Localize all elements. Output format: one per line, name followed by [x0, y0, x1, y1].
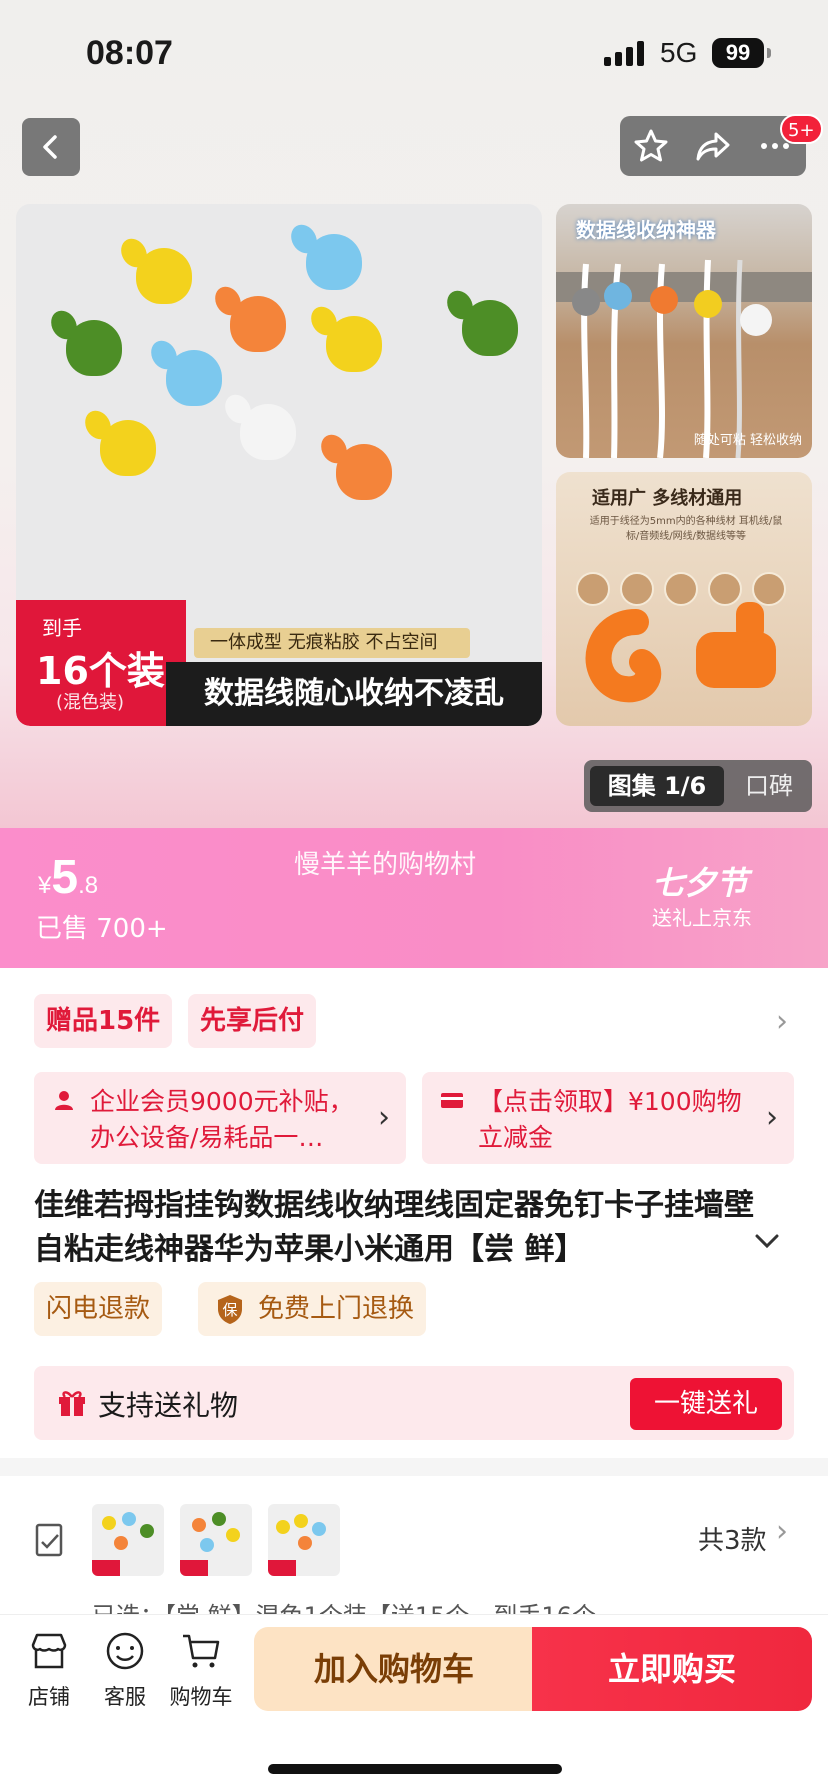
coupon-enterprise[interactable]: 企业会员9000元补贴，办公设备/易耗品一… ›: [34, 1072, 406, 1164]
service-fast-refund[interactable]: 闪电退款: [34, 1282, 163, 1336]
chevron-left-icon: [43, 135, 57, 159]
store-button[interactable]: 店铺: [14, 1629, 84, 1711]
shop-name[interactable]: 慢羊羊的购物村: [294, 844, 476, 881]
product-hook-image: [230, 296, 286, 352]
variant-thumb[interactable]: [268, 1504, 340, 1576]
product-title: 佳维若拇指挂钩数据线收纳理线固定器免钉卡子挂墙壁自粘走线神器华为苹果小米通用【尝…: [34, 1188, 754, 1267]
chevron-right-icon: ›: [378, 1100, 390, 1135]
price-banner: ¥5.8 已售 700+ 慢羊羊的购物村 七夕节 送礼上京东: [0, 828, 828, 968]
product-hook-image: [240, 404, 296, 460]
variant-total: 共3款: [698, 1526, 767, 1556]
header-actions: [620, 116, 806, 176]
home-indicator[interactable]: [268, 1764, 562, 1774]
cart-label: 购物车: [169, 1685, 233, 1709]
shield-icon: 保: [218, 1295, 242, 1324]
card-icon: [441, 1093, 463, 1108]
variant-thumb[interactable]: [180, 1504, 252, 1576]
store-icon: [31, 1633, 67, 1669]
tab-gallery[interactable]: 图集 1/6: [590, 766, 724, 806]
share-icon[interactable]: [693, 126, 733, 166]
coupon-discount[interactable]: 【点击领取】¥100购物立减金 ›: [422, 1072, 794, 1164]
side-image-footer: 随处可粘 轻松收纳: [693, 433, 802, 448]
price-currency: ¥: [38, 872, 52, 899]
service-label: 免费上门退换: [258, 1294, 415, 1324]
one-click-gift-button[interactable]: 一键送礼: [630, 1378, 782, 1430]
product-hook-image: [136, 248, 192, 304]
chat-icon: [106, 1632, 144, 1670]
gallery-thumb-2[interactable]: 适用广 多线材通用 适用于线径为5mm内的各种线材 耳机线/鼠标/音频线/网线/…: [556, 472, 812, 726]
promo-gold-strip: 一体成型 无痕粘胶 不占空间: [194, 628, 470, 658]
chevron-down-icon[interactable]: [754, 1228, 780, 1258]
variant-thumb[interactable]: [92, 1504, 164, 1576]
service-label: 客服: [104, 1685, 146, 1709]
cable-hooks-illustration: [556, 259, 812, 458]
customer-service-button[interactable]: 客服: [90, 1629, 160, 1711]
promo-black-strip: 数据线随心收纳不凌乱: [166, 662, 542, 726]
gallery-thumb-1[interactable]: 数据线收纳神器 随处可粘 轻松收纳: [556, 204, 812, 458]
product-hook-image: [336, 444, 392, 500]
status-time: 08:07: [86, 34, 173, 72]
product-hook-image: [66, 320, 122, 376]
back-button[interactable]: [22, 118, 80, 176]
sold-count: 已售 700+: [36, 914, 168, 944]
buy-now-button[interactable]: 立即购买: [532, 1627, 812, 1711]
variant-list-icon: [35, 1523, 63, 1557]
gallery-switcher: 图集 1/6 口碑: [584, 760, 812, 812]
section-divider: [0, 1458, 828, 1476]
main-product-image[interactable]: 到手 16个装 (混色装) 一体成型 无痕粘胶 不占空间 数据线随心收纳不凌乱: [16, 204, 542, 726]
star-icon[interactable]: [631, 126, 671, 166]
product-hook-image: [462, 300, 518, 356]
chevron-right-icon: ›: [766, 1100, 778, 1135]
tab-reviews[interactable]: 口碑: [732, 766, 806, 806]
network-label: 5G: [660, 37, 698, 68]
orange-hook-illustration: [585, 602, 776, 703]
product-hook-image: [166, 350, 222, 406]
price-integer: 5: [51, 851, 79, 904]
festival-subtitle: 送礼上京东: [652, 906, 752, 930]
promo-line-2: 16个装: [36, 649, 165, 693]
gift-icon: [59, 1391, 85, 1416]
status-bar: 08:07 5G 99: [0, 0, 828, 104]
product-hook-image: [100, 420, 156, 476]
product-hook-image: [326, 316, 382, 372]
gift-support[interactable]: 支持送礼物 一键送礼: [34, 1366, 794, 1440]
product-hook-image: [306, 234, 362, 290]
price-decimal: .8: [78, 872, 99, 899]
pay-later-tag[interactable]: 先享后付: [188, 994, 317, 1048]
coupon-text: 企业会员9000元补贴，办公设备/易耗品一…: [90, 1087, 354, 1152]
promo-quantity-badge: 到手 16个装 (混色装): [16, 600, 186, 726]
product-gallery[interactable]: 08:07 5G 99 5+ 到手 16个装 (混色装) 一体成型 无痕粘胶 不…: [0, 0, 828, 828]
gift-count-tag[interactable]: 赠品15件: [34, 994, 173, 1048]
price: ¥5.8: [38, 850, 98, 905]
gift-label: 支持送礼物: [98, 1389, 239, 1422]
add-to-cart-button[interactable]: 加入购物车: [254, 1627, 534, 1711]
chevron-right-icon: ›: [776, 1514, 788, 1549]
store-label: 店铺: [28, 1685, 70, 1709]
battery-tip: [767, 48, 771, 58]
variant-selector[interactable]: 共3款 › 已选：【尝 鲜】混色1个装【送15个，到手16个: [0, 1476, 828, 1630]
coupon-text: 【点击领取】¥100购物立减金: [478, 1087, 742, 1152]
cart-button[interactable]: 购物车: [166, 1629, 236, 1711]
battery-icon: 99: [712, 38, 764, 68]
message-badge: 5+: [780, 114, 823, 144]
festival-title: 七夕节: [652, 864, 749, 902]
promo-line-1: 到手: [42, 616, 82, 640]
cart-icon: [183, 1634, 220, 1668]
service-free-return[interactable]: 保 免费上门退换: [198, 1282, 427, 1336]
user-icon: [55, 1091, 73, 1110]
svg-text:保: 保: [222, 1301, 237, 1319]
chevron-right-icon[interactable]: ›: [776, 1004, 788, 1039]
signal-icon: [604, 40, 644, 66]
promo-line-3: (混色装): [56, 692, 125, 713]
